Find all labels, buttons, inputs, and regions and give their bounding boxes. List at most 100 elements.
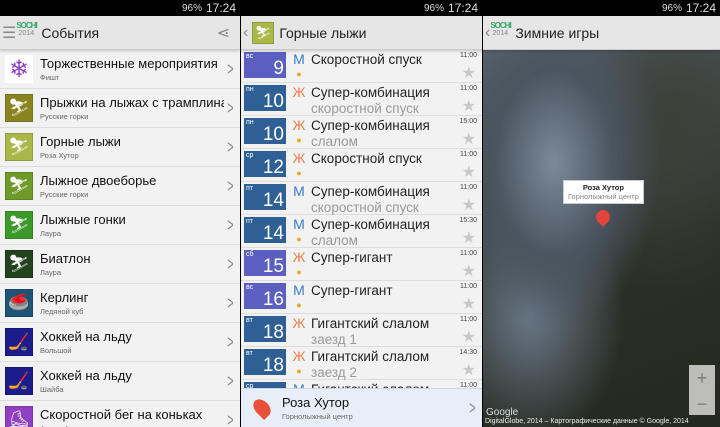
event-time: 15:30 [459, 217, 477, 224]
sport-list-item[interactable]: ⛷ Лыжные гонки Лаура > [0, 206, 240, 245]
alpine-skiing-icon: ⛷ [252, 21, 275, 44]
google-logo: Google [486, 407, 519, 418]
sport-title: Хоккей на льду [40, 329, 132, 344]
favorite-star-icon[interactable]: ★ [462, 261, 476, 281]
event-time: 11:00 [460, 52, 477, 59]
event-row[interactable]: ср 12 Ж ● Скоростной спуск 11:00 ★ [241, 149, 482, 182]
venue-footer[interactable]: Роза Хутор Горнолыжный центр > [241, 388, 482, 427]
sport-list-item[interactable]: 🏒 Хоккей на льду Большой > [0, 323, 240, 362]
medal-icon: ● [296, 135, 302, 145]
sport-list-item[interactable]: ⛷ Лыжное двоеборье Русские горки > [0, 167, 240, 206]
gender-column: М ● [291, 52, 307, 80]
favorite-star-icon[interactable]: ★ [462, 360, 476, 380]
clock: 17:24 [205, 1, 236, 15]
action-bar: ‹ ⛷ Горные лыжи [241, 16, 482, 50]
page-title: Зимние игры [515, 24, 600, 41]
day-of-week: пт [246, 218, 253, 225]
sport-list-item[interactable]: ⛷ Биатлон Лаура > [0, 245, 240, 284]
event-row[interactable]: сб 15 Ж ● Супер-гигант 11:00 ★ [241, 248, 482, 281]
date-badge: сб 15 [244, 250, 286, 277]
sport-text: Лыжное двоеборье Русские горки [40, 173, 224, 199]
hamburger-icon[interactable]: ☰ [2, 23, 16, 43]
gender-label: М [293, 51, 305, 67]
day-number: 10 [262, 124, 284, 145]
date-badge: вт 18 [244, 349, 286, 376]
share-icon[interactable]: ⋖ [217, 23, 230, 43]
sport-list-item[interactable]: 🏒 Хоккей на льду Шайба > [0, 362, 240, 401]
sport-text: Хоккей на льду Большой [40, 329, 224, 355]
satellite-map[interactable]: Роза Хутор Горнолыжный центр + − Google Di… [483, 50, 720, 427]
sport-text: Биатлон Лаура [40, 251, 224, 277]
chevron-right-icon: > [469, 397, 476, 418]
chevron-right-icon: > [227, 58, 234, 79]
gender-label: М [293, 183, 305, 199]
sport-list-item[interactable]: ⛷ Горные лыжи Роза Хутор > [0, 128, 240, 167]
sport-venue: Русские горки [40, 190, 89, 199]
zoom-out-button[interactable]: − [690, 391, 714, 416]
favorite-star-icon[interactable]: ★ [462, 327, 476, 347]
day-of-week: ср [246, 152, 254, 159]
event-row[interactable]: пт 14 М ● Супер-комбинация слалом 15:30 ★ [241, 215, 482, 248]
battery-level: 96% [661, 2, 682, 14]
event-row[interactable]: вс 9 М ● Скоростной спуск 11:00 ★ [241, 50, 482, 83]
sport-list-item[interactable]: ❄ Торжественные мероприятия Фишт > [0, 50, 240, 89]
sport-list-item[interactable]: ⛷ Прыжки на лыжах с трамплина Русские горк… [0, 89, 240, 128]
page-title: События [41, 24, 100, 41]
event-row[interactable]: пт 14 М Супер-комбинация скоростной спуск 11:… [241, 182, 482, 215]
sport-text: Торжественные мероприятия Фишт [40, 56, 224, 82]
sport-pictogram-icon: ⛷ [5, 172, 33, 200]
favorite-star-icon[interactable]: ★ [462, 195, 476, 215]
event-time: 11:00 [460, 85, 477, 92]
gender-column: Ж ● [291, 118, 307, 146]
sport-venue: Ледяной куб [40, 307, 84, 316]
event-row[interactable]: пн 10 Ж Супер-комбинация скоростной спуск 11:… [241, 83, 482, 116]
chevron-right-icon: > [227, 292, 234, 313]
sport-pictogram-icon: ⛷ [5, 250, 33, 278]
event-subtitle: слалом [311, 134, 358, 149]
event-row[interactable]: вт 18 Ж ● Гигантский слалом заезд 2 14:30 ★ [241, 347, 482, 380]
back-icon[interactable]: ‹ [243, 24, 248, 42]
date-badge: ср 12 [244, 151, 286, 178]
sport-title: Лыжное двоеборье [40, 173, 157, 188]
action-bar: ‹ SOCHI 2014 Зимние игры [483, 16, 720, 50]
day-number: 10 [262, 91, 284, 112]
gender-column: М [291, 184, 307, 212]
day-of-week: вт [246, 317, 253, 324]
event-text: Гигантский слалом заезд 1 [311, 316, 479, 347]
favorite-star-icon[interactable]: ★ [462, 96, 476, 116]
sport-list-item[interactable]: 🥌 Керлинг Ледяной куб > [0, 284, 240, 323]
clock: 17:24 [685, 1, 716, 15]
chevron-right-icon: > [227, 136, 234, 157]
favorite-star-icon[interactable]: ★ [462, 63, 476, 83]
event-row[interactable]: вс 16 М ● Супер-гигант 11:00 ★ [241, 281, 482, 314]
map-marker-icon[interactable] [593, 207, 613, 227]
event-row[interactable]: вт 18 Ж Гигантский слалом заезд 1 11:00 ★ [241, 314, 482, 347]
favorite-star-icon[interactable]: ★ [462, 228, 476, 248]
sport-list-item[interactable]: ⛸ Скоростной бег на конькахАдлер Арена> [0, 401, 240, 427]
zoom-in-button[interactable]: + [690, 366, 714, 391]
event-title: Супер-комбинация [311, 118, 430, 133]
favorite-star-icon[interactable]: ★ [462, 294, 476, 314]
day-number: 14 [262, 190, 284, 211]
medal-icon: ● [296, 168, 302, 178]
event-time: 11:00 [460, 184, 477, 191]
sport-venue: Лаура [40, 229, 62, 238]
event-row[interactable]: пн 10 Ж ● Супер-комбинация слалом 15:00 ★ [241, 116, 482, 149]
status-bar: 96% 17:24 [241, 0, 482, 16]
day-number: 15 [262, 256, 284, 277]
day-of-week: пт [246, 185, 253, 192]
marker-info-window[interactable]: Роза Хутор Горнолыжный центр [563, 180, 644, 204]
gender-column: Ж ● [291, 349, 307, 377]
sport-pictogram-icon: ⛷ [5, 211, 33, 239]
medal-icon: ● [296, 366, 302, 376]
day-of-week: пн [246, 86, 254, 93]
sport-pictogram-icon: ❄ [5, 55, 33, 83]
date-badge: пт 14 [244, 217, 286, 244]
favorite-star-icon[interactable]: ★ [462, 129, 476, 149]
chevron-right-icon: > [227, 370, 234, 391]
sport-title: Керлинг [40, 290, 89, 305]
favorite-star-icon[interactable]: ★ [462, 162, 476, 182]
gender-column: Ж [291, 316, 307, 344]
event-subtitle: скоростной спуск [311, 200, 419, 215]
event-title: Супер-комбинация [311, 85, 430, 100]
